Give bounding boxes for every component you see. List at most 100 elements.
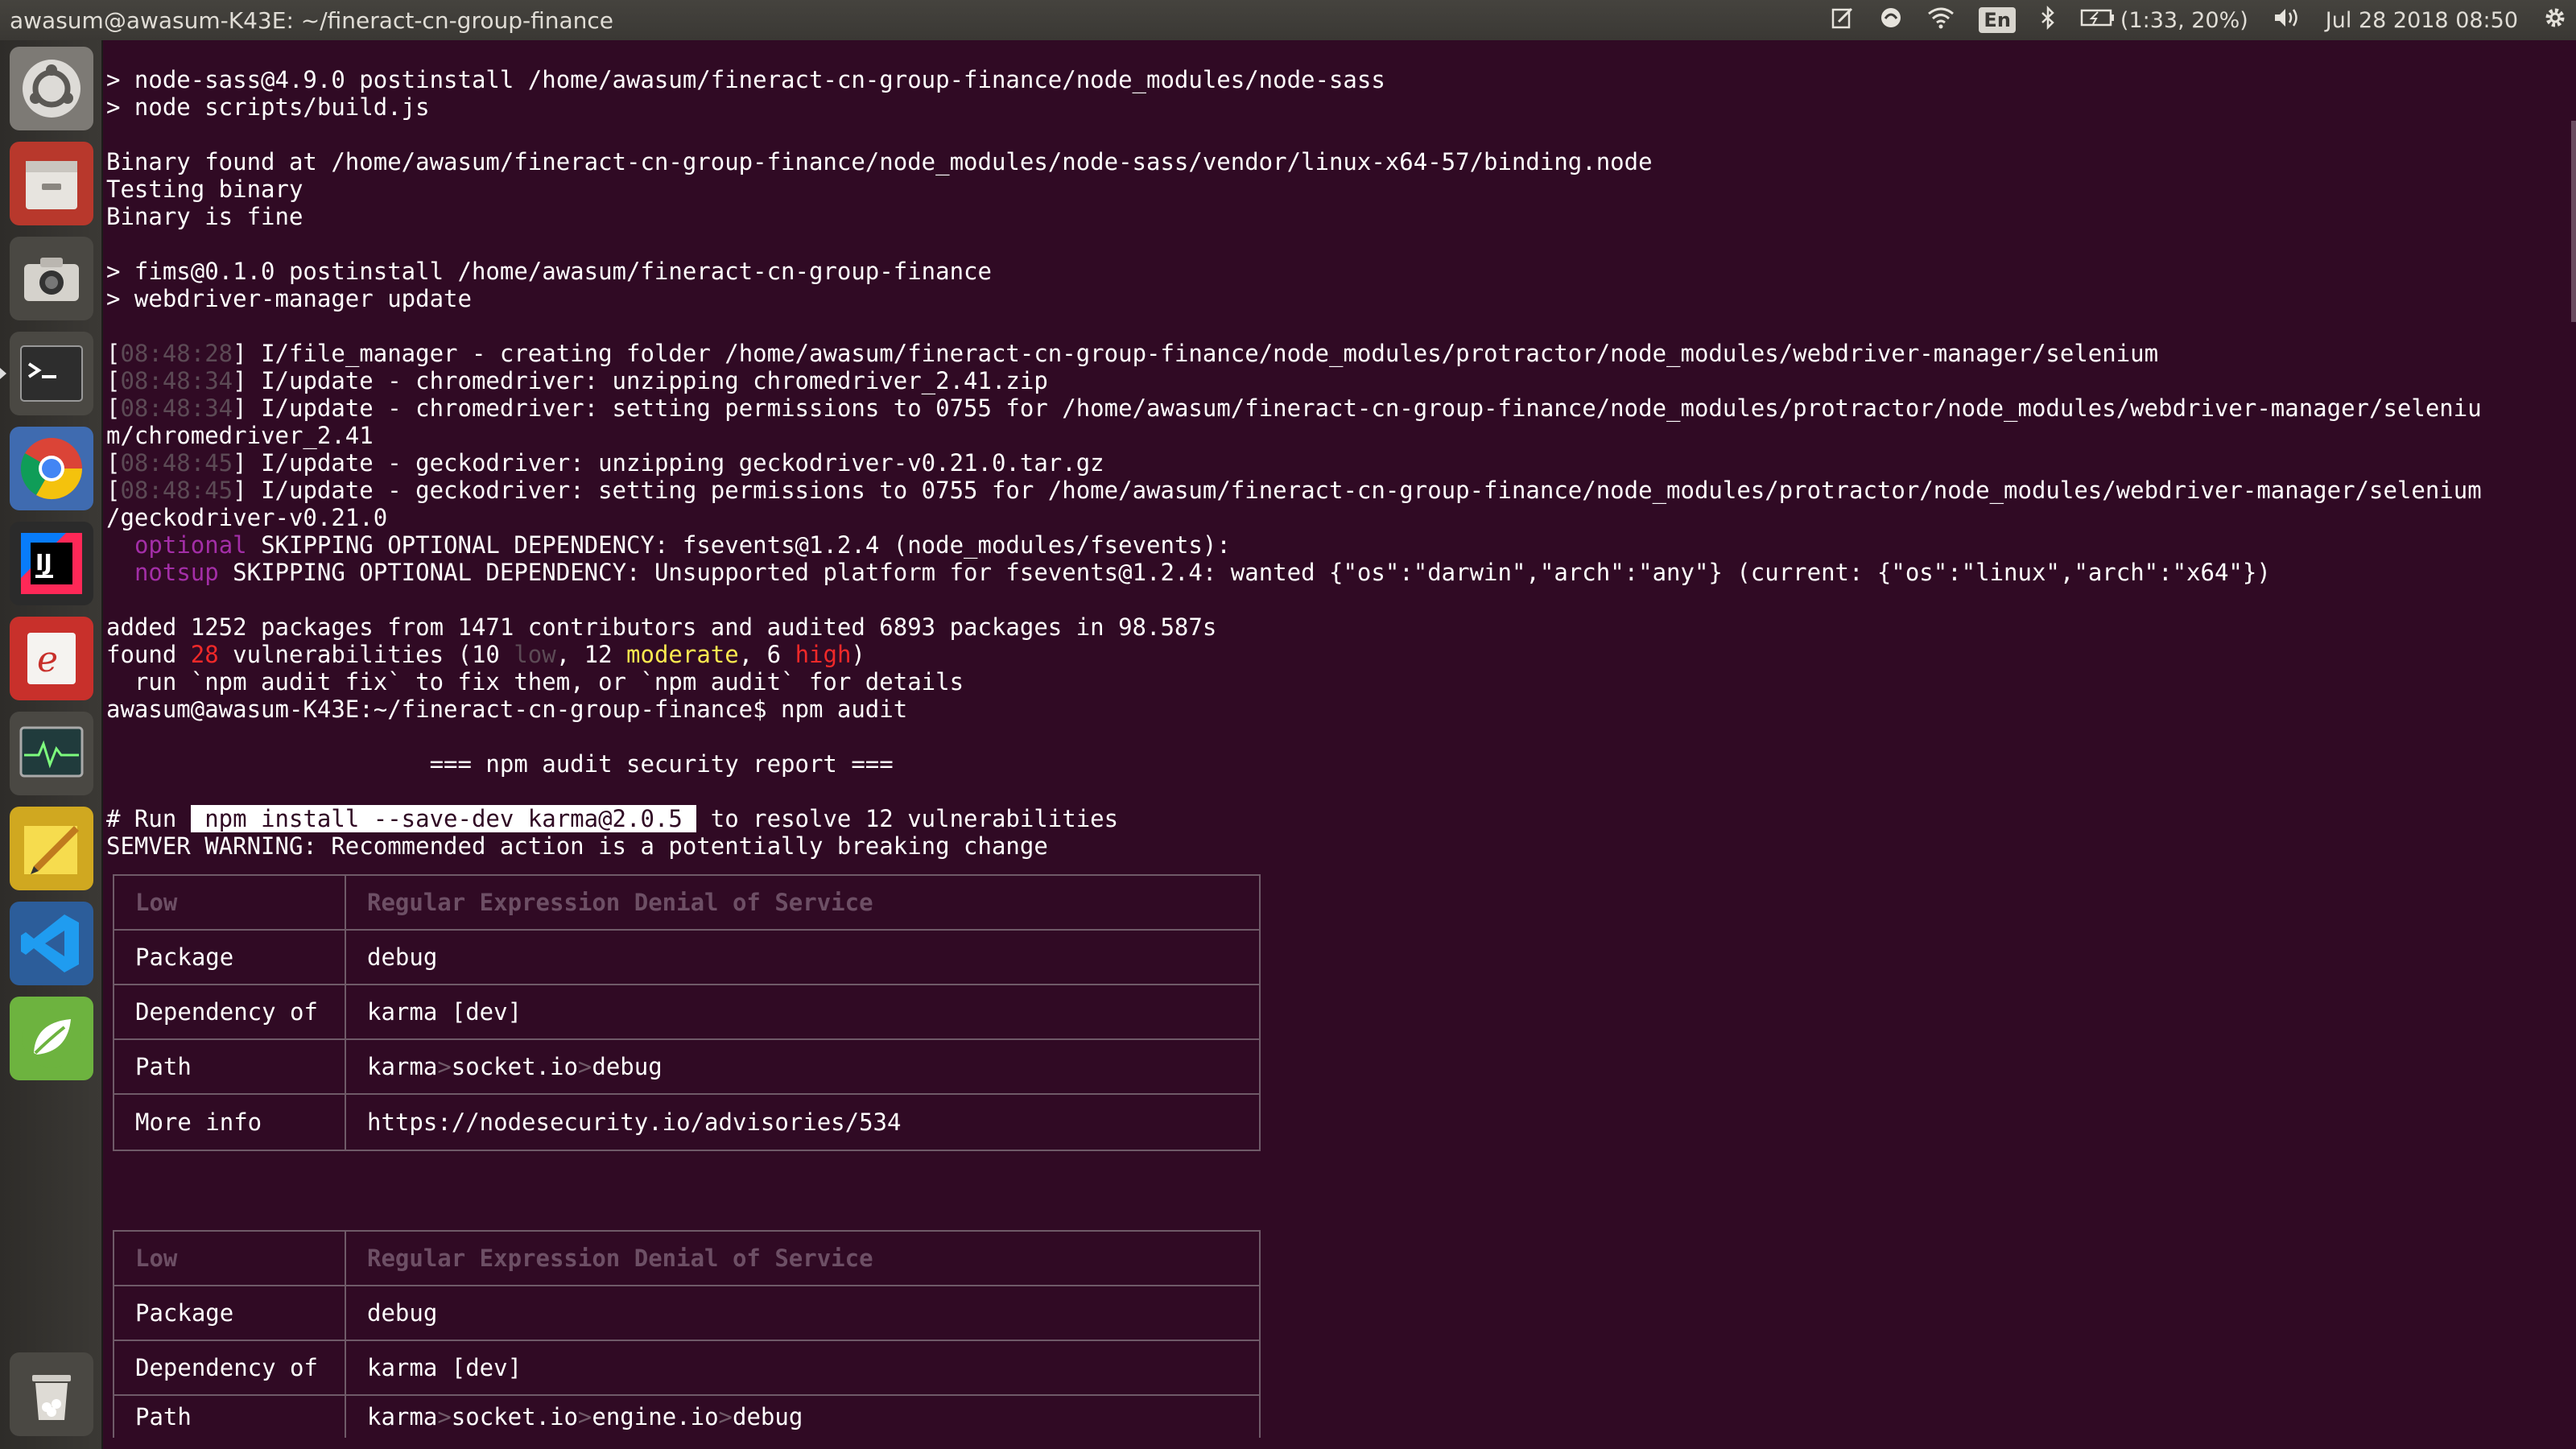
table-row: Dependency of karma [dev] (114, 1341, 1259, 1396)
npm-warn-line: notsup SKIPPING OPTIONAL DEPENDENCY: Uns… (106, 559, 2271, 586)
launcher-terminal[interactable] (10, 332, 93, 415)
path-segment: socket.io (451, 1403, 578, 1430)
launcher: IJ e (0, 40, 103, 1449)
log-text: ] I/update - chromedriver: setting permi… (233, 394, 2482, 422)
spring-icon (23, 1009, 80, 1067)
trash-icon (32, 1375, 71, 1420)
terminal-line: > webdriver-manager update (106, 285, 472, 312)
row-label: Path (114, 1040, 346, 1093)
launcher-system-monitor[interactable] (10, 712, 93, 795)
low-label: low (514, 641, 556, 668)
row-label: Dependency of (114, 1341, 346, 1394)
path-segment: debug (592, 1053, 663, 1080)
terminal-icon (20, 345, 83, 402)
sync-indicator-icon[interactable] (1879, 6, 1903, 35)
high-label: high (795, 641, 852, 668)
log-line: [08:48:45] I/update - geckodriver: unzip… (106, 449, 1104, 477)
intellij-icon: IJ (21, 533, 82, 594)
audit-advisory-table: Low Regular Expression Denial of Service… (113, 1230, 1261, 1438)
terminal-line: Binary found at /home/awasum/fineract-cn… (106, 148, 1653, 175)
svg-text:IJ: IJ (35, 549, 52, 576)
path-segment: socket.io (451, 1053, 578, 1080)
battery-text: (1:33, 20%) (2120, 7, 2248, 33)
launcher-screenshot[interactable] (10, 237, 93, 320)
e-editor-icon: e (27, 633, 76, 684)
launcher-notes[interactable] (10, 807, 93, 890)
text: , 6 (738, 641, 795, 668)
launcher-trash[interactable] (10, 1352, 93, 1436)
advisory-link[interactable]: https://nodesecurity.io/advisories/534 (346, 1095, 901, 1150)
volume-icon[interactable] (2273, 6, 2301, 35)
table-row: Low Regular Expression Denial of Service (114, 876, 1259, 931)
vuln-count: 28 (190, 641, 219, 668)
path-separator: > (577, 1053, 592, 1080)
launcher-chrome[interactable] (10, 427, 93, 510)
path-segment: karma (367, 1403, 438, 1430)
log-line: [08:48:28] I/file_manager - creating fol… (106, 340, 2159, 367)
npm-warn-line: optional SKIPPING OPTIONAL DEPENDENCY: f… (106, 531, 1231, 559)
table-row: Path karma > socket.io > debug (114, 1040, 1259, 1095)
vulnerability-summary: found 28 vulnerabilities (10 low, 12 mod… (106, 641, 865, 668)
warn-tag: optional (134, 531, 247, 559)
text: to resolve 12 vulnerabilities (696, 805, 1119, 832)
terminal-line: m/chromedriver_2.41 (106, 422, 374, 449)
table-row: Path karma > socket.io > engine.io > deb… (114, 1396, 1259, 1438)
files-icon (26, 161, 77, 209)
table-row: Package debug (114, 931, 1259, 985)
log-timestamp: 08:48:45 (120, 449, 233, 477)
chrome-icon (20, 438, 83, 500)
log-text: ] I/file_manager - creating folder /home… (233, 340, 2159, 367)
moderate-label: moderate (626, 641, 739, 668)
notes-indicator-icon[interactable] (1831, 6, 1855, 35)
audit-run-suggestion: # Run npm install --save-dev karma@2.0.5… (106, 805, 1118, 832)
warn-text: SKIPPING OPTIONAL DEPENDENCY: Unsupporte… (218, 559, 2271, 586)
wifi-icon[interactable] (1927, 6, 1955, 35)
log-text: ] I/update - chromedriver: unzipping chr… (233, 367, 1048, 394)
severity-cell: Low (114, 1232, 346, 1285)
launcher-system-settings[interactable] (10, 47, 93, 130)
log-line: [08:48:34] I/update - chromedriver: unzi… (106, 367, 1048, 394)
path-separator: > (437, 1403, 452, 1430)
warn-text: SKIPPING OPTIONAL DEPENDENCY: fsevents@1… (246, 531, 1231, 559)
row-value: debug (367, 943, 438, 971)
terminal-window[interactable]: > node-sass@4.9.0 postinstall /home/awas… (103, 40, 2576, 1449)
bluetooth-icon[interactable] (2040, 5, 2056, 35)
terminal-line: added 1252 packages from 1471 contributo… (106, 613, 1217, 641)
table-row: More info https://nodesecurity.io/adviso… (114, 1095, 1259, 1150)
svg-text:e: e (37, 639, 58, 680)
terminal-line: > node scripts/build.js (106, 93, 430, 121)
terminal-active-arrow (0, 368, 6, 379)
path-separator: > (718, 1403, 733, 1430)
text: , 12 (555, 641, 627, 668)
table-row: Dependency of karma [dev] (114, 985, 1259, 1040)
table-row: Low Regular Expression Denial of Service (114, 1232, 1259, 1286)
dependency-path: karma > socket.io > debug (346, 1040, 663, 1093)
suggested-command: npm install --save-dev karma@2.0.5 (190, 805, 697, 832)
table-row: Package debug (114, 1286, 1259, 1341)
launcher-text-editor-e[interactable]: e (10, 617, 93, 700)
launcher-spring-tool-suite[interactable] (10, 997, 93, 1080)
terminal-line: > node-sass@4.9.0 postinstall /home/awas… (106, 66, 1385, 93)
advisory-title: Regular Expression Denial of Service (367, 889, 873, 916)
launcher-files[interactable] (10, 142, 93, 225)
text: found (106, 641, 191, 668)
terminal-line: Testing binary (106, 175, 303, 203)
advisory-title: Regular Expression Denial of Service (367, 1245, 873, 1272)
path-separator: > (577, 1403, 592, 1430)
clock[interactable]: Jul 28 2018 08:50 (2326, 8, 2518, 33)
launcher-intellij[interactable]: IJ (10, 522, 93, 605)
terminal-scrollbar[interactable] (2571, 121, 2576, 322)
battery-indicator[interactable]: (1:33, 20%) (2080, 8, 2248, 33)
launcher-vscode[interactable] (10, 902, 93, 985)
row-label: More info (114, 1095, 346, 1150)
keyboard-language-indicator[interactable]: En (1979, 7, 2016, 33)
row-label: Package (114, 1286, 346, 1340)
terminal-line: Binary is fine (106, 203, 303, 230)
top-panel: awasum@awasum-K43E: ~/fineract-cn-group-… (0, 0, 2576, 40)
row-value: debug (367, 1299, 438, 1327)
path-segment: debug (733, 1403, 803, 1430)
gear-icon[interactable] (2542, 5, 2568, 36)
ubuntu-settings-icon (23, 60, 80, 118)
dependency-path: karma > socket.io > engine.io > debug (346, 1396, 803, 1438)
row-label: Dependency of (114, 985, 346, 1038)
